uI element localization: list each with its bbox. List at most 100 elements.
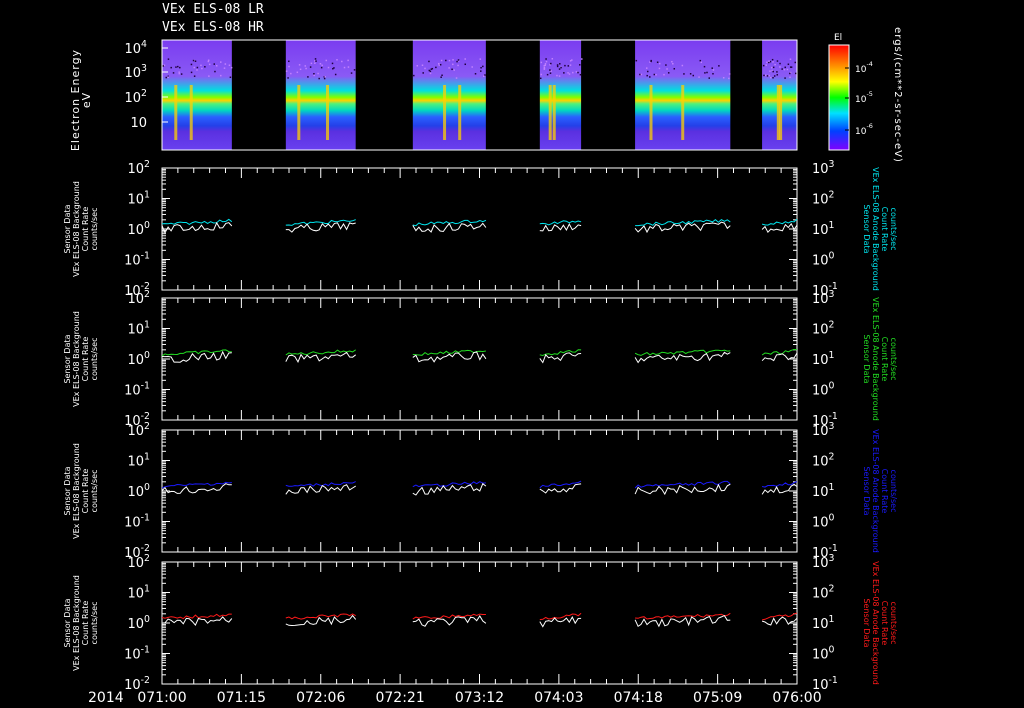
panel-left-label-line: VEx ELS-08 Background [72,181,81,277]
panel-left-label-line: VEx ELS-08 Background [72,443,81,539]
panel-right-tick-label: 101 [812,220,835,238]
series-line [635,612,731,620]
spectrogram-speckle [296,71,299,74]
panel-right-label-line: VEx ELS-08 Anode Background [871,429,880,553]
spectrogram-speckle [452,63,454,66]
spectrogram-speckle [556,64,559,66]
spectrogram-speckle [703,65,706,68]
spectrogram-spike [174,85,178,140]
spectrogram-speckle [718,65,720,67]
spectrogram-speckle [789,72,791,75]
spectrogram-speckle [700,61,703,64]
spectrogram-speckle [779,66,781,68]
spectrogram-speckle [781,68,783,70]
spectrogram-speckle [193,66,195,69]
panel-right-tick-label: 100 [812,251,835,269]
spectrogram-speckle [673,68,676,70]
spectrogram-speckle [571,59,573,61]
spectrogram-speckle [350,72,353,74]
spectrogram-speckle [699,59,702,62]
spectrogram-speckle [787,63,790,66]
spectrogram-segment [412,40,486,150]
spectrogram-speckle [728,77,730,80]
panel-left-label-line: counts/sec [90,602,99,645]
spectrogram-speckle [299,68,302,71]
spectrogram-speckle [314,58,317,60]
panel-right-label-line: counts/sec [889,470,898,513]
series-line [412,613,486,620]
spectrogram-speckle [441,74,443,77]
spectrogram-speckle [178,71,180,73]
spectrogram-speckle [177,65,179,68]
spectrogram-speckle [451,68,453,71]
series-line [285,219,356,226]
spectrogram-speckle [779,62,781,65]
spectrogram-speckle [764,74,767,77]
x-axis-tick-label: 071:15 [217,690,266,706]
panel-left-label-line: Count Rate [81,601,90,646]
panel-left-label-line: counts/sec [90,208,99,251]
spectrogram-spike [443,85,447,140]
spectrogram-speckle [456,60,458,63]
spectrogram-speckle [193,75,196,77]
panel-right-tick-label: 102 [812,320,835,338]
chart-svg: 1010210310410-410-510-610-210-1100101102… [63,39,898,706]
spectrogram-speckle [190,63,193,66]
panel-left-tick-label: 101 [128,320,151,338]
spectrogram-speckle [208,75,210,77]
spectrogram-segment [285,40,356,150]
spectrogram-speckle [783,68,786,71]
spectrogram-speckle [564,64,566,67]
panel-left-tick-label: 10-1 [124,513,150,531]
spectrogram-speckle [789,76,791,78]
spectrogram-speckle [428,69,431,72]
spectrogram-ytick-label: 102 [125,88,148,106]
spectrogram-speckle [325,59,328,62]
spectrogram-speckle [539,77,542,80]
spectrogram-speckle [776,74,779,76]
panel-left-tick-label: 10-1 [124,645,150,663]
spectrogram-speckle [455,77,458,79]
spectrogram-speckle [464,63,467,66]
spectrogram-speckle [770,66,773,69]
spectrogram-speckle [310,62,313,65]
panel-left-tick-label: 101 [128,190,151,208]
spectrogram-speckle [543,67,546,70]
spectrogram-speckle [179,66,181,69]
x-axis-tick-label: 074:03 [534,690,583,706]
spectrogram-speckle [172,72,175,74]
spectrogram-speckle [180,73,183,75]
spectrogram-speckle [665,64,667,66]
spectrogram-speckle [445,59,447,62]
spectrogram-speckle [343,66,346,69]
series-line [539,616,582,628]
x-axis-tick-label: 071:00 [137,690,186,706]
panel-right-tick-label: 101 [812,482,835,500]
panel-left-tick-label: 101 [128,452,151,470]
panel-right-label-line: VEx ELS-08 Anode Background [871,561,880,685]
spectrogram-speckle [667,72,670,74]
spectrogram-speckle [649,76,651,78]
spectrogram-speckle [480,66,482,69]
panel-left-label-line: Sensor Data [63,598,72,647]
panel-left-tick-label: 10-1 [124,251,150,269]
spectrogram-speckle [545,58,547,60]
panel-right-label: Sensor Data VEx ELS-08 Anode Background Co… [862,167,898,291]
spectrogram-speckle [440,59,443,62]
spectrogram-speckle [448,67,450,69]
spectrogram-speckle [763,74,765,77]
series-line [161,616,233,627]
spectrogram-spike [649,85,653,140]
spectrogram-speckle [482,65,484,68]
spectrogram-speckle [549,72,552,74]
spectrogram-speckle [208,63,211,66]
spectrogram-speckle [704,72,706,74]
spectrogram-speckle [772,66,775,69]
spectrogram-speckle [563,72,565,74]
spectrogram-speckle [167,58,170,60]
panel-right-label-line: counts/sec [889,208,898,251]
spectrogram-speckle [772,61,774,63]
spectrogram-speckle [424,67,426,70]
spectrogram-speckle [666,68,668,70]
spectrogram-speckle [200,64,202,67]
